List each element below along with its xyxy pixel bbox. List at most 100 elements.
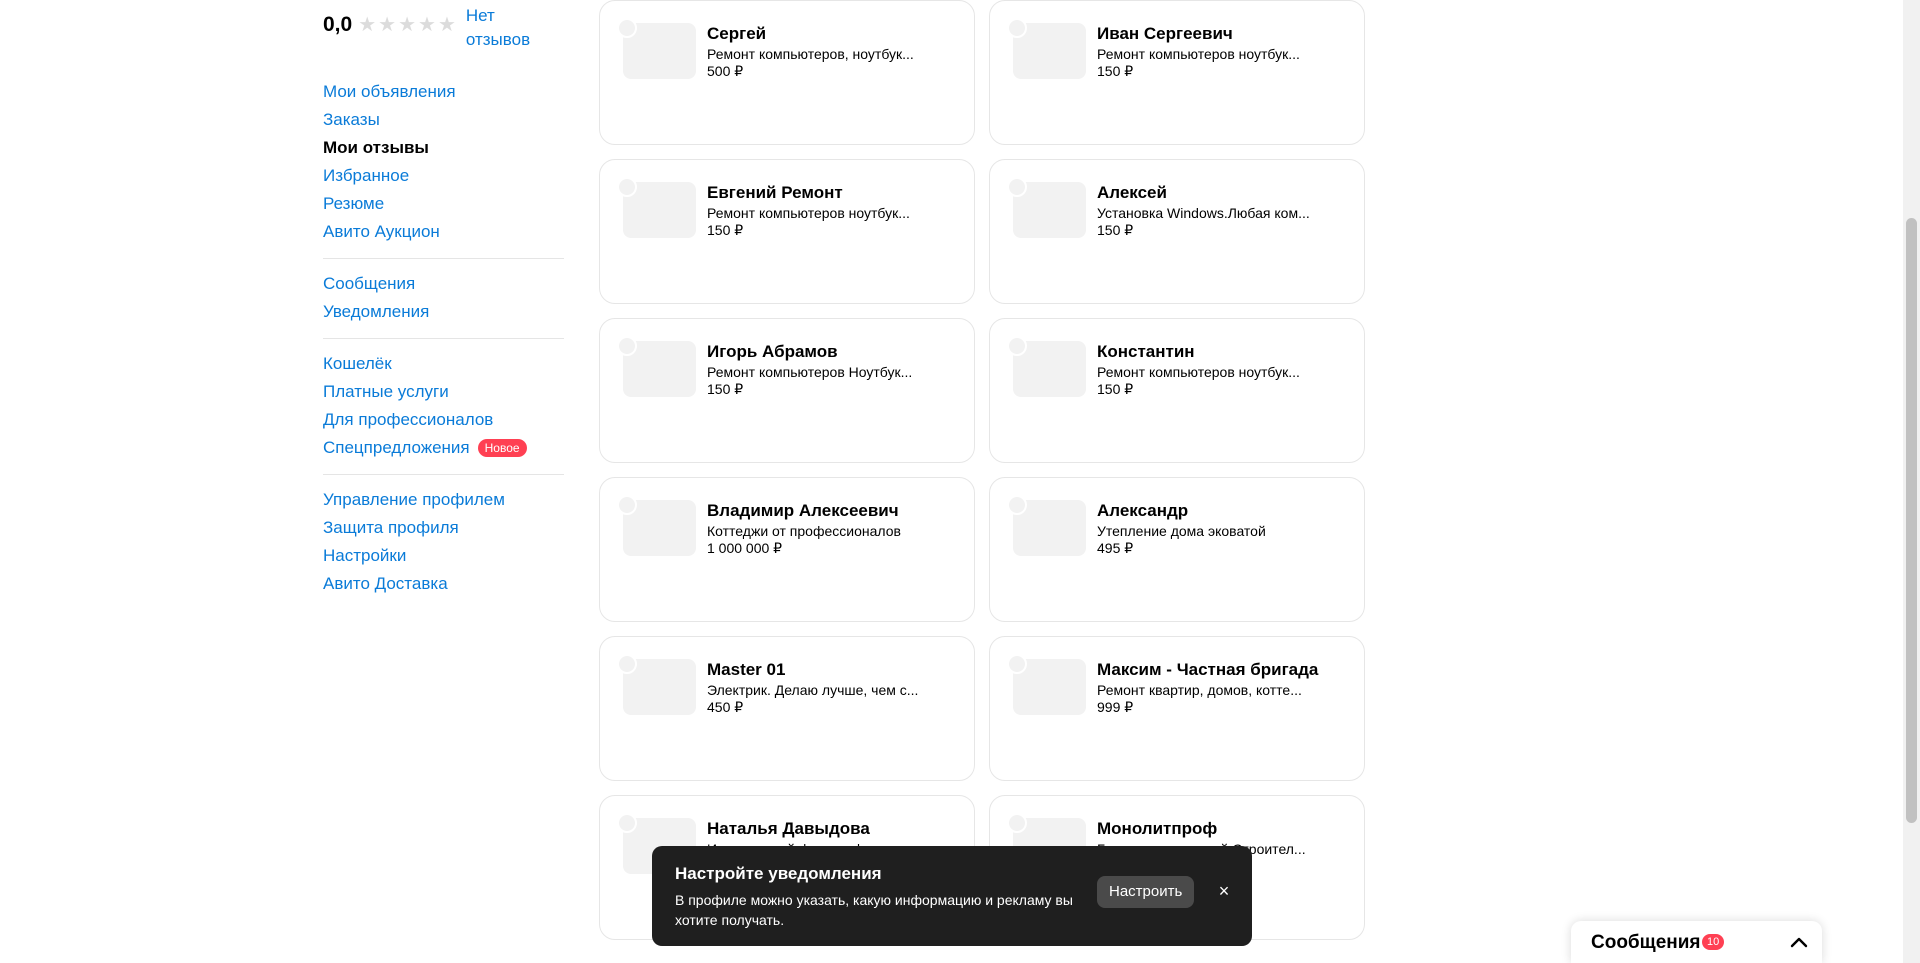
sidebar-item[interactable]: Сообщения <box>323 270 564 298</box>
service-card[interactable]: Владимир Алексеевич Коттеджи от профессио… <box>599 477 975 622</box>
sidebar-item-label: Мои объявления <box>323 82 456 101</box>
rating-summary: 0,0 ★ ★ ★ ★ ★ Нет отзывов <box>323 4 546 52</box>
service-card[interactable]: Константин Ремонт компьютеров ноутбук... 1… <box>989 318 1365 463</box>
rating-stars: ★ ★ ★ ★ ★ <box>358 4 458 46</box>
card-title: Сергей <box>707 24 767 43</box>
card-desc: Ремонт квартир, домов, котте... <box>1097 682 1302 698</box>
sidebar-item-label: Защита профиля <box>323 518 459 537</box>
sidebar-item-label: Резюме <box>323 194 385 213</box>
chevron-up-icon[interactable] <box>1788 931 1810 953</box>
sidebar-item-label: Избранное <box>323 166 410 185</box>
card-title: Игорь Абрамов <box>707 342 838 361</box>
card-price: 150 ₽ <box>1097 381 1134 397</box>
sidebar-item[interactable]: Мои отзывы <box>323 134 564 162</box>
sidebar-item[interactable]: Избранное <box>323 162 564 190</box>
card-desc: Электрик. Делаю лучше, чем с... <box>707 682 919 698</box>
card-title: Наталья Давыдова <box>707 819 870 838</box>
avatar <box>1007 18 1027 38</box>
sidebar-item[interactable]: Резюме <box>323 190 564 218</box>
sidebar-item-label: Спецпредложения <box>323 438 470 457</box>
star-icon: ★ <box>437 14 456 36</box>
sidebar-item[interactable]: Настройки <box>323 542 564 570</box>
card-desc: Ремонт компьютеров Ноутбук... <box>707 364 913 380</box>
sidebar-item[interactable]: Авито Доставка <box>323 570 564 598</box>
card-title: Константин <box>1097 342 1195 361</box>
scrollbar-thumb[interactable] <box>1906 218 1917 823</box>
service-card[interactable]: Игорь Абрамов Ремонт компьютеров Ноутбук.… <box>599 318 975 463</box>
sidebar-item[interactable]: Авито Аукцион <box>323 218 564 246</box>
service-card[interactable]: Алексей Установка Windows.Любая ком... 150… <box>989 159 1365 304</box>
sidebar-item[interactable]: Защита профиля <box>323 514 564 542</box>
sidebar-item-label: Кошелёк <box>323 354 392 373</box>
notifications-toast: Настройте уведомления В профиле можно ук… <box>652 846 1252 946</box>
star-icon: ★ <box>398 14 417 36</box>
sidebar-item[interactable]: Уведомления <box>323 298 564 326</box>
toast-title: Настройте уведомления <box>675 864 882 883</box>
avatar <box>1007 813 1027 833</box>
rating-value: 0,0 <box>323 13 353 36</box>
star-icon: ★ <box>378 14 397 36</box>
service-card[interactable]: Максим - Частная бригада Ремонт квартир, … <box>989 636 1365 781</box>
card-price: 450 ₽ <box>707 699 744 715</box>
sidebar-item-label: Авито Доставка <box>323 574 448 593</box>
card-desc: Утепление дома эковатой <box>1097 523 1266 539</box>
avatar <box>617 654 637 674</box>
messages-widget[interactable]: Сообщения 10 <box>1571 921 1822 963</box>
card-price: 495 ₽ <box>1097 540 1134 556</box>
card-price: 1 000 000 ₽ <box>707 540 783 556</box>
avatar <box>617 177 637 197</box>
service-card[interactable]: Сергей Ремонт компьютеров, ноутбук... 500 … <box>599 0 975 145</box>
sidebar-item[interactable]: Мои объявления <box>323 78 564 106</box>
sidebar-item[interactable]: Кошелёк <box>323 350 564 378</box>
card-price: 150 ₽ <box>707 222 744 238</box>
menu-group: Мои объявления Заказы Мои отзывы Избранное Р… <box>323 67 564 259</box>
card-desc: Ремонт компьютеров, ноутбук... <box>707 46 914 62</box>
sidebar-item[interactable]: Для профессионалов <box>323 406 564 434</box>
sidebar-item[interactable]: Спецпредложения Новое <box>323 434 564 462</box>
card-price: 150 ₽ <box>707 381 744 397</box>
sidebar-item-label: Сообщения <box>323 274 416 293</box>
messages-label: Сообщения <box>1591 932 1701 953</box>
sidebar-item-label: Уведомления <box>323 302 430 321</box>
card-price: 150 ₽ <box>1097 63 1134 79</box>
avatar <box>1007 654 1027 674</box>
sidebar-item[interactable]: Заказы <box>323 106 564 134</box>
avatar <box>617 813 637 833</box>
sidebar-item-label: Управление профилем <box>323 490 505 509</box>
configure-button[interactable]: Настроить <box>1097 876 1195 908</box>
sidebar-item-label: Платные услуги <box>323 382 449 401</box>
service-card[interactable]: Master 01 Электрик. Делаю лучше, чем с...… <box>599 636 975 781</box>
card-title: Алексей <box>1097 183 1167 202</box>
card-title: Владимир Алексеевич <box>707 501 899 520</box>
no-reviews-link[interactable]: Нет отзывов <box>466 4 546 52</box>
service-card[interactable]: Александр Утепление дома эковатой 495 ₽ <box>989 477 1365 622</box>
card-title: Монолитпроф <box>1097 819 1218 838</box>
sidebar-item[interactable]: Платные услуги <box>323 378 564 406</box>
close-icon[interactable]: × <box>1213 880 1235 902</box>
card-desc: Коттеджи от профессионалов <box>707 523 901 539</box>
card-desc: Ремонт компьютеров ноутбук... <box>1097 46 1300 62</box>
sidebar-item-label: Настройки <box>323 546 407 565</box>
avatar <box>1007 495 1027 515</box>
card-price: 500 ₽ <box>707 63 744 79</box>
toast-text: В профиле можно указать, какую информаци… <box>675 892 1073 928</box>
card-price: 999 ₽ <box>1097 699 1134 715</box>
sidebar-menu: Мои объявления Заказы Мои отзывы Избранное Р… <box>323 67 564 610</box>
new-badge: Новое <box>477 439 527 457</box>
card-desc: Ремонт компьютеров ноутбук... <box>1097 364 1300 380</box>
card-desc: Установка Windows.Любая ком... <box>1097 205 1310 221</box>
menu-group: Кошелёк Платные услуги Для профессионалов С… <box>323 339 564 475</box>
sidebar-item-label: Авито Аукцион <box>323 222 440 241</box>
card-title: Master 01 <box>707 660 786 679</box>
service-card[interactable]: Евгений Ремонт Ремонт компьютеров ноутбук… <box>599 159 975 304</box>
card-title: Максим - Частная бригада <box>1097 660 1319 679</box>
service-card[interactable]: Иван Сергеевич Ремонт компьютеров ноутбук… <box>989 0 1365 145</box>
card-desc: Ремонт компьютеров ноутбук... <box>707 205 910 221</box>
menu-group: Сообщения Уведомления <box>323 259 564 339</box>
sidebar-item[interactable]: Управление профилем <box>323 486 564 514</box>
sidebar-item-label: Мои отзывы <box>323 138 429 157</box>
messages-count-badge: 10 <box>1702 934 1725 950</box>
star-icon: ★ <box>358 14 377 36</box>
page-scrollbar[interactable] <box>1903 0 1920 963</box>
card-title: Александр <box>1097 501 1189 520</box>
